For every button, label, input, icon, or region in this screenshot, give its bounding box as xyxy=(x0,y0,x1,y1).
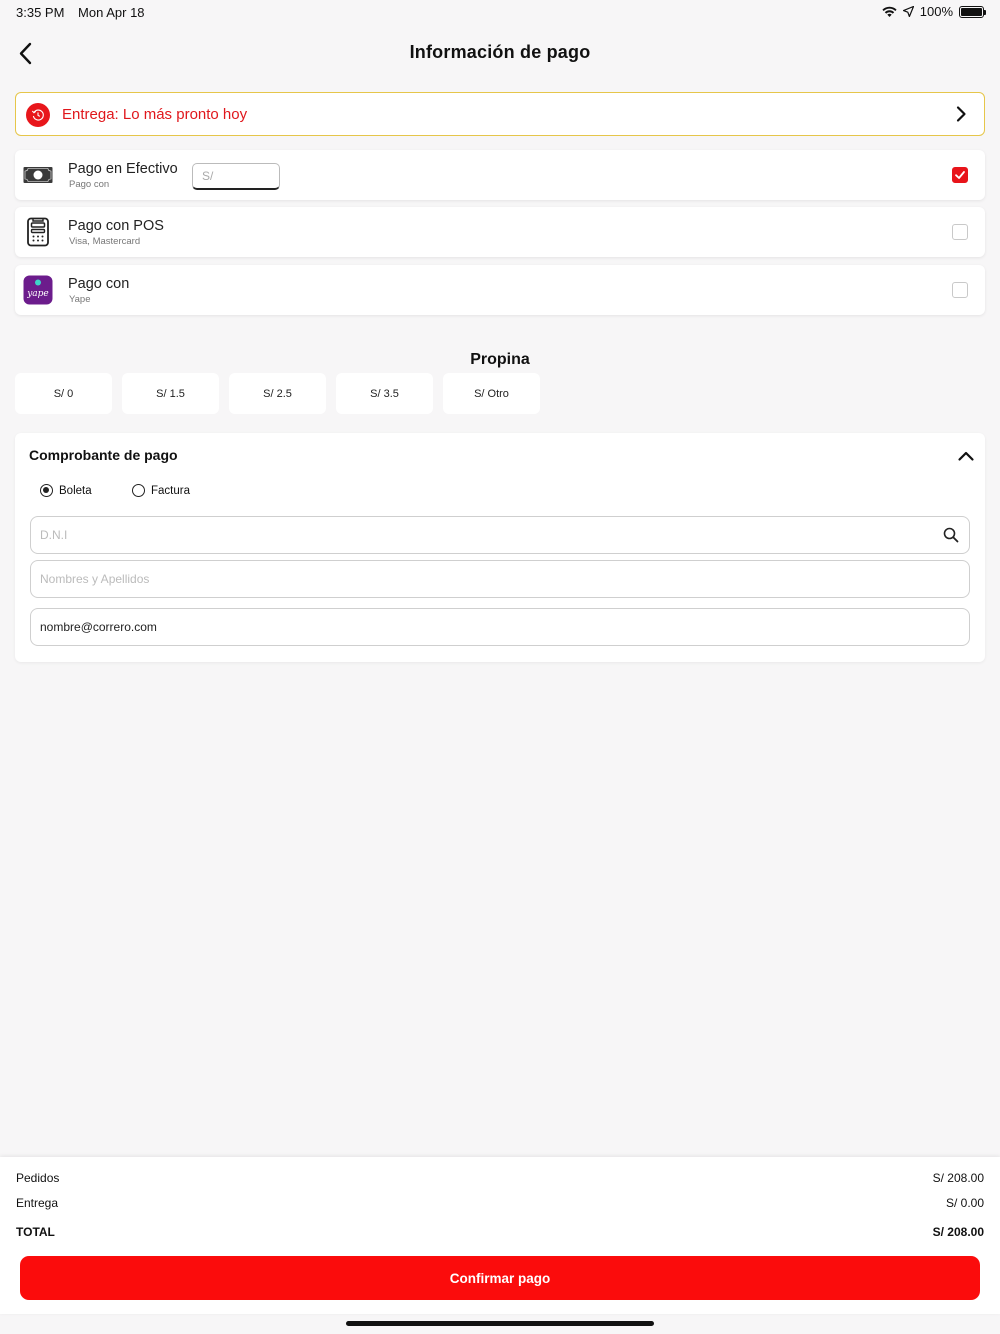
delivery-label: Entrega: Lo más pronto hoy xyxy=(62,106,248,123)
radio-label: Boleta xyxy=(59,484,92,497)
home-indicator xyxy=(346,1321,654,1326)
payment-title: Pago con POS xyxy=(68,218,164,234)
payment-title: Pago con xyxy=(68,276,130,292)
battery-icon xyxy=(959,5,986,18)
page-title: Información de pago xyxy=(409,42,591,62)
confirm-payment-button[interactable]: Confirmar pago xyxy=(20,1256,980,1300)
nav-bar: Información de pago xyxy=(0,30,1000,78)
payment-option-cash[interactable]: Pago en Efectivo Pago con xyxy=(15,150,985,200)
location-arrow-icon xyxy=(902,6,914,17)
delivery-schedule-button[interactable]: Entrega: Lo más pronto hoy xyxy=(15,92,985,136)
payment-option-yape[interactable]: yape Pago con Yape xyxy=(15,265,985,315)
receipt-section: Comprobante de pago Boleta Factura xyxy=(15,433,985,662)
dni-input[interactable] xyxy=(30,516,970,554)
status-time: 3:35 PM xyxy=(16,5,65,20)
pos-terminal-icon xyxy=(27,217,49,247)
status-bar: 3:35 PM Mon Apr 18 100% xyxy=(0,0,1000,24)
yape-logo-icon: yape xyxy=(23,275,53,305)
full-name-input[interactable] xyxy=(30,560,970,598)
status-date: Mon Apr 18 xyxy=(78,5,145,20)
chevron-up-icon[interactable] xyxy=(957,447,975,465)
tip-option-1-5[interactable]: S/ 1.5 xyxy=(122,373,219,414)
orders-value: S/ 208.00 xyxy=(932,1171,984,1185)
radio-label: Factura xyxy=(151,484,190,497)
tip-option-2-5[interactable]: S/ 2.5 xyxy=(229,373,326,414)
orders-label: Pedidos xyxy=(16,1171,60,1185)
tip-options: S/ 0 S/ 1.5 S/ 2.5 S/ 3.5 S/ Otro xyxy=(15,373,540,414)
svg-text:yape: yape xyxy=(26,289,49,299)
cash-icon xyxy=(23,167,53,183)
radio-boleta[interactable]: Boleta xyxy=(40,484,92,497)
total-value: S/ 208.00 xyxy=(932,1225,984,1239)
payment-checkbox-cash[interactable] xyxy=(952,167,968,183)
check-icon xyxy=(955,171,965,179)
payment-checkbox-yape[interactable] xyxy=(952,282,968,298)
radio-factura[interactable]: Factura xyxy=(132,484,190,497)
email-input[interactable] xyxy=(30,608,970,646)
back-button[interactable] xyxy=(14,40,42,68)
clock-history-icon xyxy=(26,103,50,127)
tip-option-0[interactable]: S/ 0 xyxy=(15,373,112,414)
order-summary: Pedidos S/ 208.00 Entrega S/ 0.00 TOTAL … xyxy=(0,1157,1000,1314)
total-label: TOTAL xyxy=(16,1225,55,1239)
tip-title: Propina xyxy=(470,351,530,368)
delivery-fee-value: S/ 0.00 xyxy=(945,1196,984,1210)
radio-button-selected xyxy=(40,484,53,497)
tip-option-3-5[interactable]: S/ 3.5 xyxy=(336,373,433,414)
payment-option-pos[interactable]: Pago con POS Visa, Mastercard xyxy=(15,207,985,257)
chevron-right-icon xyxy=(956,106,966,122)
payment-subtitle: Pago con xyxy=(69,179,110,190)
wifi-icon xyxy=(882,6,897,17)
battery-percent: 100% xyxy=(919,4,953,19)
receipt-title: Comprobante de pago xyxy=(29,447,178,463)
chevron-left-icon xyxy=(19,42,32,65)
payment-subtitle: Yape xyxy=(69,294,91,305)
payment-subtitle: Visa, Mastercard xyxy=(69,236,141,247)
tip-option-other[interactable]: S/ Otro xyxy=(443,373,540,414)
payment-checkbox-pos[interactable] xyxy=(952,224,968,240)
search-icon[interactable] xyxy=(943,527,959,543)
cash-amount-input[interactable] xyxy=(192,163,280,190)
radio-button xyxy=(132,484,145,497)
delivery-fee-label: Entrega xyxy=(16,1196,59,1210)
payment-title: Pago en Efectivo xyxy=(68,161,178,177)
